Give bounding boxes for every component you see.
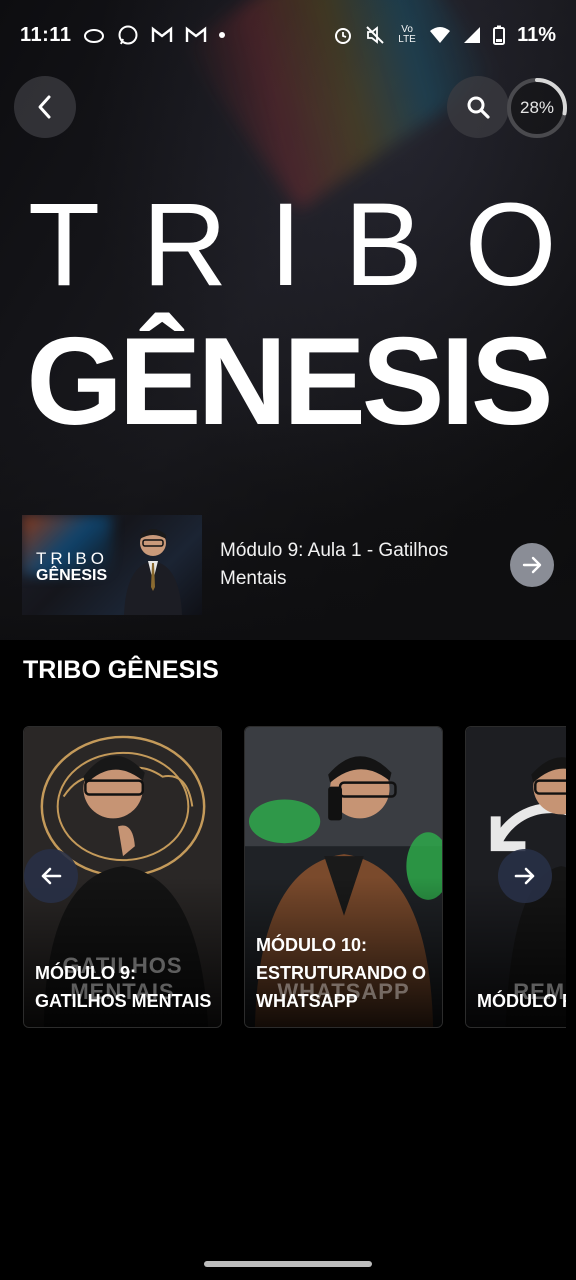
module-card[interactable]: WHATSAPP MÓDULO 10: ESTRUTURANDO O WHATS…: [244, 726, 443, 1028]
hero-title-main: GÊNESIS: [26, 313, 553, 451]
module-title: MÓDULO 9: GATILHOS MENTAIS: [35, 963, 212, 1011]
course-progress-indicator: 28%: [505, 76, 569, 140]
search-icon: [467, 96, 490, 119]
gmail-icon: [186, 26, 207, 42]
thumbnail-title-line2: GÊNESIS: [36, 567, 108, 584]
module-title: MÓDULO 10: ESTRUTURANDO O WHATSAPP: [256, 935, 426, 1011]
wifi-icon: [430, 27, 451, 43]
thumbnail-title-line1: TRIBO: [36, 549, 108, 568]
arrow-right-icon: [522, 556, 542, 574]
back-arrow-icon: [38, 95, 51, 119]
battery-percent: 11%: [517, 23, 556, 46]
mute-icon: [366, 26, 384, 44]
module-carousel: GATILHOS MENTAIS MÓDULO 9: GATILHOS MENT…: [23, 726, 566, 1028]
arrow-right-icon: [514, 867, 535, 885]
volte-icon: Vo LTE: [398, 24, 416, 45]
search-button[interactable]: [447, 76, 509, 138]
alarm-icon: [335, 28, 352, 44]
module-title: MÓDULO REMARKE: [477, 991, 566, 1011]
cloud-icon: [84, 29, 105, 43]
arrow-left-icon: [41, 867, 62, 885]
continue-watching-card[interactable]: TRIBO GÊNESIS Módulo 9: Aula 1 - Gatilho…: [22, 514, 560, 616]
presenter-image: [124, 529, 182, 615]
carousel-prev-button[interactable]: [24, 849, 78, 903]
lesson-thumbnail: TRIBO GÊNESIS: [22, 515, 202, 615]
gmail-icon: [152, 26, 173, 42]
home-indicator[interactable]: [204, 1261, 372, 1267]
back-button[interactable]: [14, 76, 76, 138]
status-bar: 11:11 Vo LTE 11%: [0, 0, 576, 70]
progress-label: 28%: [519, 98, 555, 117]
signal-icon: [464, 27, 481, 43]
whatsapp-icon: [118, 25, 138, 45]
battery-icon: [493, 25, 506, 45]
section-title: TRIBO GÊNESIS: [23, 656, 219, 684]
status-time: 11:11: [20, 23, 72, 46]
notification-dot-icon: [219, 32, 226, 38]
carousel-next-button[interactable]: [498, 849, 552, 903]
hero-title-top: TRIBO: [28, 179, 576, 311]
lesson-title: Módulo 9: Aula 1 - Gatilhos Mentais: [220, 540, 449, 589]
continue-button[interactable]: [510, 543, 554, 587]
